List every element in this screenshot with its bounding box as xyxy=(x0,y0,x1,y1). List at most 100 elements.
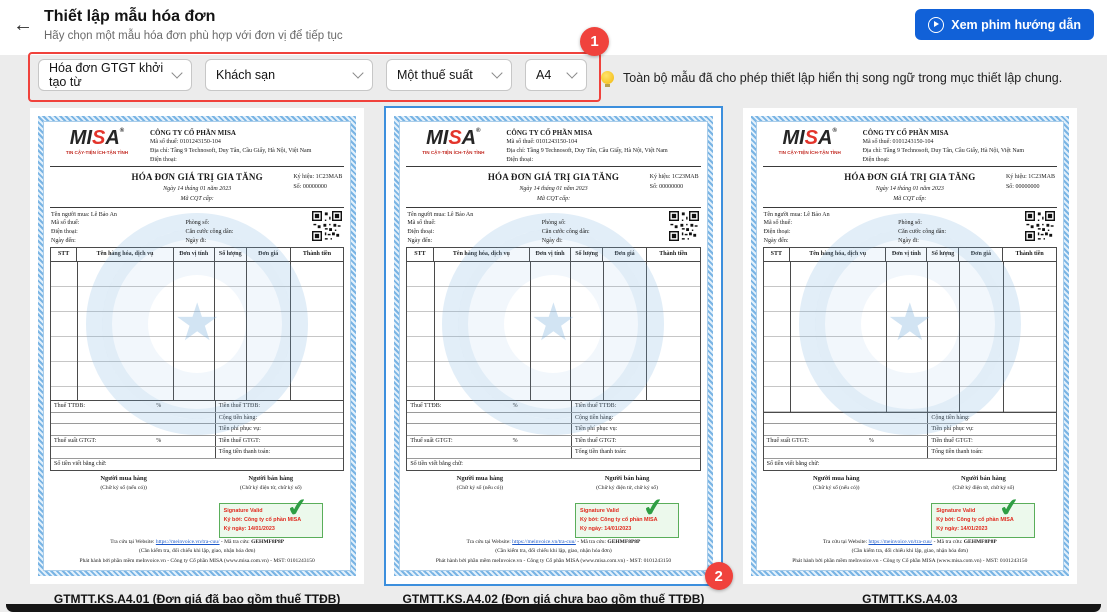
buyer-tax-code: Mã số thuế: xyxy=(763,220,792,227)
vat-amount-label: Tiền thuế GTGT: xyxy=(214,435,344,447)
buyer-info-block: Tên người mua: Lê Bảo An Mã số thuế: Điệ… xyxy=(763,208,1057,248)
subtotal-row: Cộng tiền hàng: xyxy=(407,412,700,425)
line-items-table: STT Tên hàng hóa, dịch vụ Đơn vị tính Số… xyxy=(50,247,345,402)
ttdb-rate-label: Thuế TTĐB: xyxy=(410,403,442,410)
invoice-company-header: MISA® TIN CẬY-TIỆN ÍCH-TẬN TÌNH CÔNG TY … xyxy=(406,125,700,166)
invoice-serial: Ký hiệu: 1C23MAB xyxy=(1005,174,1055,181)
misa-logo-tagline: TIN CẬY-TIỆN ÍCH-TẬN TÌNH xyxy=(422,150,485,155)
invoice-type-dropdown[interactable]: Hóa đơn GTGT khởi tạo từ xyxy=(38,59,192,91)
page-titles: Thiết lập mẫu hóa đơn Hãy chọn một mẫu h… xyxy=(44,8,343,42)
bilingual-tip: Toàn bộ mẫu đã cho phép thiết lập hiển t… xyxy=(601,70,1093,87)
col-amount: Thành tiền xyxy=(302,251,332,258)
check-note: (Cần kiểm tra, đối chiếu khi lập, giao, … xyxy=(495,548,612,555)
totals-block: Thuế TTĐB: % Tiền thuế TTĐB: Cộng tiền h… xyxy=(762,412,1057,471)
signed-date-text: Ký ngày: 14/01/2023 xyxy=(936,526,988,533)
invoice-number: Số: 00000000 xyxy=(1005,184,1040,191)
subtotal-label: Cộng tiền hàng: xyxy=(927,412,1056,424)
col-quantity: Số lượng xyxy=(927,248,960,262)
chevron-down-icon xyxy=(352,67,364,79)
service-fee-label: Tiền phí phục vụ: xyxy=(571,424,700,435)
buyer-signature-title: Người mua hàng xyxy=(456,474,504,482)
ttdb-tax-row: Thuế TTĐB: % Tiền thuế TTĐB: xyxy=(51,401,344,413)
checkmark-icon: ✔ xyxy=(997,491,1023,524)
vat-row: Thuế suất GTGT: % Tiền thuế GTGT: xyxy=(51,435,344,448)
buyer-checkin-date: Ngày đến: xyxy=(51,237,76,244)
check-note: (Cần kiểm tra, đối chiếu khi lập, giao, … xyxy=(138,548,256,555)
buyer-checkin-date: Ngày đến: xyxy=(763,237,789,244)
checkmark-icon: ✔ xyxy=(284,491,310,524)
invoice-footer: Tra cứu tại Website: https://meinvoice.v… xyxy=(406,538,700,568)
signatures-block: Người mua hàng (Chữ ký số (nếu có)) Ngườ… xyxy=(50,471,344,538)
col-stt: STT xyxy=(51,248,78,262)
grand-total-label: Tổng tiền thanh toán: xyxy=(927,447,1056,458)
amount-in-words-label: Số tiền viết bằng chữ: xyxy=(54,460,107,467)
lookup-url-link: https://meinvoice.vn/tra-cuu/ xyxy=(512,538,576,545)
publisher-line: Phát hành bởi phần mềm meInvoice.vn - Cô… xyxy=(435,557,672,564)
buyer-tax-code: Mã số thuế: xyxy=(407,220,436,227)
template-card[interactable]: ★ MISA® TIN CẬY-TIỆN ÍCH-TẬN TÌNH CÔNG T… xyxy=(386,108,733,606)
seller-signature-note: (Chữ ký điện tử, chữ ký số) xyxy=(596,485,658,492)
col-unit-price: Đơn giá xyxy=(603,248,647,262)
ttdb-rate-label: Thuế TTĐB: xyxy=(54,403,86,410)
misa-logo-tagline: TIN CẬY-TIỆN ÍCH-TẬN TÌNH xyxy=(778,150,841,155)
paper-size-dropdown[interactable]: A4 xyxy=(525,59,587,91)
subtotal-label: Cộng tiền hàng: xyxy=(571,412,700,424)
company-tax-code: Mã số thuế: 0101243150-104 xyxy=(862,139,934,146)
col-unit: Đơn vị tính xyxy=(174,248,215,262)
empty-table-rows xyxy=(51,262,344,401)
back-arrow-icon[interactable]: ← xyxy=(13,15,33,35)
invoice-preview[interactable]: ★ MISA® TIN CẬY-TIỆN ÍCH-TẬN TÌNH CÔNG T… xyxy=(386,108,733,590)
invoice-document: ★ MISA® TIN CẬY-TIỆN ÍCH-TẬN TÌNH CÔNG T… xyxy=(38,116,357,576)
invoice-document: ★ MISA® TIN CẬY-TIỆN ÍCH-TẬN TÌNH CÔNG T… xyxy=(394,116,713,576)
company-phone: Điện thoại: xyxy=(506,156,534,163)
col-amount: Thành tiền xyxy=(1015,251,1044,258)
buyer-signature-title: Người mua hàng xyxy=(812,474,860,482)
signatures-block: Người mua hàng (Chữ ký số (nếu có)) Ngườ… xyxy=(763,471,1057,538)
vat-percent: % xyxy=(512,437,518,444)
watch-tutorial-label: Xem phim hướng dẫn xyxy=(951,17,1081,32)
chevron-down-icon xyxy=(491,67,503,79)
seller-signature-title: Người bán hàng xyxy=(248,474,294,482)
template-card[interactable]: ★ MISA® TIN CẬY-TIỆN ÍCH-TẬN TÌNH CÔNG T… xyxy=(30,108,365,606)
invoice-number: Số: 00000000 xyxy=(649,184,684,191)
col-stt: STT xyxy=(407,248,434,262)
window-bottom-edge xyxy=(6,604,1101,612)
subtotal-label: Cộng tiền hàng: xyxy=(214,412,344,424)
buyer-signature-note: (Chữ ký số (nếu có)) xyxy=(456,485,504,492)
company-name: CÔNG TY CỔ PHẦN MISA xyxy=(862,129,949,137)
digital-signature-stamp: Signature Valid Ký bởi: Công ty cổ phần … xyxy=(931,492,1036,538)
buyer-info-block: Tên người mua: Lê Bảo An Mã số thuế: Điệ… xyxy=(406,208,700,248)
buyer-phone: Điện thoại: xyxy=(763,229,791,235)
invoice-footer: Tra cứu tại Website: https://meinvoice.v… xyxy=(50,538,344,568)
lookup-separator: - Mã tra cứu: xyxy=(220,538,250,545)
totals-block: Thuế TTĐB: % Tiền thuế TTĐB: Cộng tiền h… xyxy=(50,401,345,471)
company-phone: Điện thoại: xyxy=(150,156,177,163)
template-cards-row: ★ MISA® TIN CẬY-TIỆN ÍCH-TẬN TÌNH CÔNG T… xyxy=(0,108,1107,606)
col-description: Tên hàng hóa, dịch vụ xyxy=(790,248,887,262)
ttdb-percent: % xyxy=(156,403,162,410)
business-field-dropdown[interactable]: Khách sạn xyxy=(205,59,373,91)
company-name: CÔNG TY CỔ PHẦN MISA xyxy=(150,129,236,137)
seller-signature-title: Người bán hàng xyxy=(961,474,1006,482)
buyer-name: Tên người mua: Lê Bảo An xyxy=(763,211,830,218)
invoice-number: Số: 00000000 xyxy=(293,184,327,191)
template-card[interactable]: ★ MISA® TIN CẬY-TIỆN ÍCH-TẬN TÌNH CÔNG T… xyxy=(742,108,1077,606)
invoice-type-value: Hóa đơn GTGT khởi tạo từ xyxy=(49,61,164,89)
company-tax-code: Mã số thuế: 0101243150-104 xyxy=(506,139,578,146)
company-address: Địa chỉ: Tầng 9 Technosoft, Duy Tân, Cầu… xyxy=(150,147,312,154)
watch-tutorial-button[interactable]: Xem phim hướng dẫn xyxy=(915,9,1094,40)
lookup-prefix: Tra cứu tại Website: xyxy=(110,538,155,545)
service-fee-row: Tiền phí phục vụ: xyxy=(407,424,700,436)
tax-rate-dropdown[interactable]: Một thuế suất xyxy=(386,59,512,91)
qr-code xyxy=(312,210,343,241)
misa-logo: MISA® TIN CẬY-TIỆN ÍCH-TẬN TÌNH xyxy=(51,128,143,164)
invoice-preview[interactable]: ★ MISA® TIN CẬY-TIỆN ÍCH-TẬN TÌNH CÔNG T… xyxy=(30,108,365,584)
invoice-cqt-code: Mã CQT cấp: xyxy=(180,195,214,202)
invoice-preview[interactable]: ★ MISA® TIN CẬY-TIỆN ÍCH-TẬN TÌNH CÔNG T… xyxy=(742,108,1077,584)
filter-bar: Hóa đơn GTGT khởi tạo từ Khách sạn Một t… xyxy=(38,59,587,91)
service-fee-row: Tiền phí phục vụ: xyxy=(51,424,344,436)
vat-row: Thuế suất GTGT: % Tiền thuế GTGT: xyxy=(763,435,1056,448)
misa-logo: MISA® TIN CẬY-TIỆN ÍCH-TẬN TÌNH xyxy=(764,128,856,164)
lookup-separator: - Mã tra cứu: xyxy=(577,538,607,545)
invoice-serial: Ký hiệu: 1C23MAB xyxy=(293,174,343,181)
